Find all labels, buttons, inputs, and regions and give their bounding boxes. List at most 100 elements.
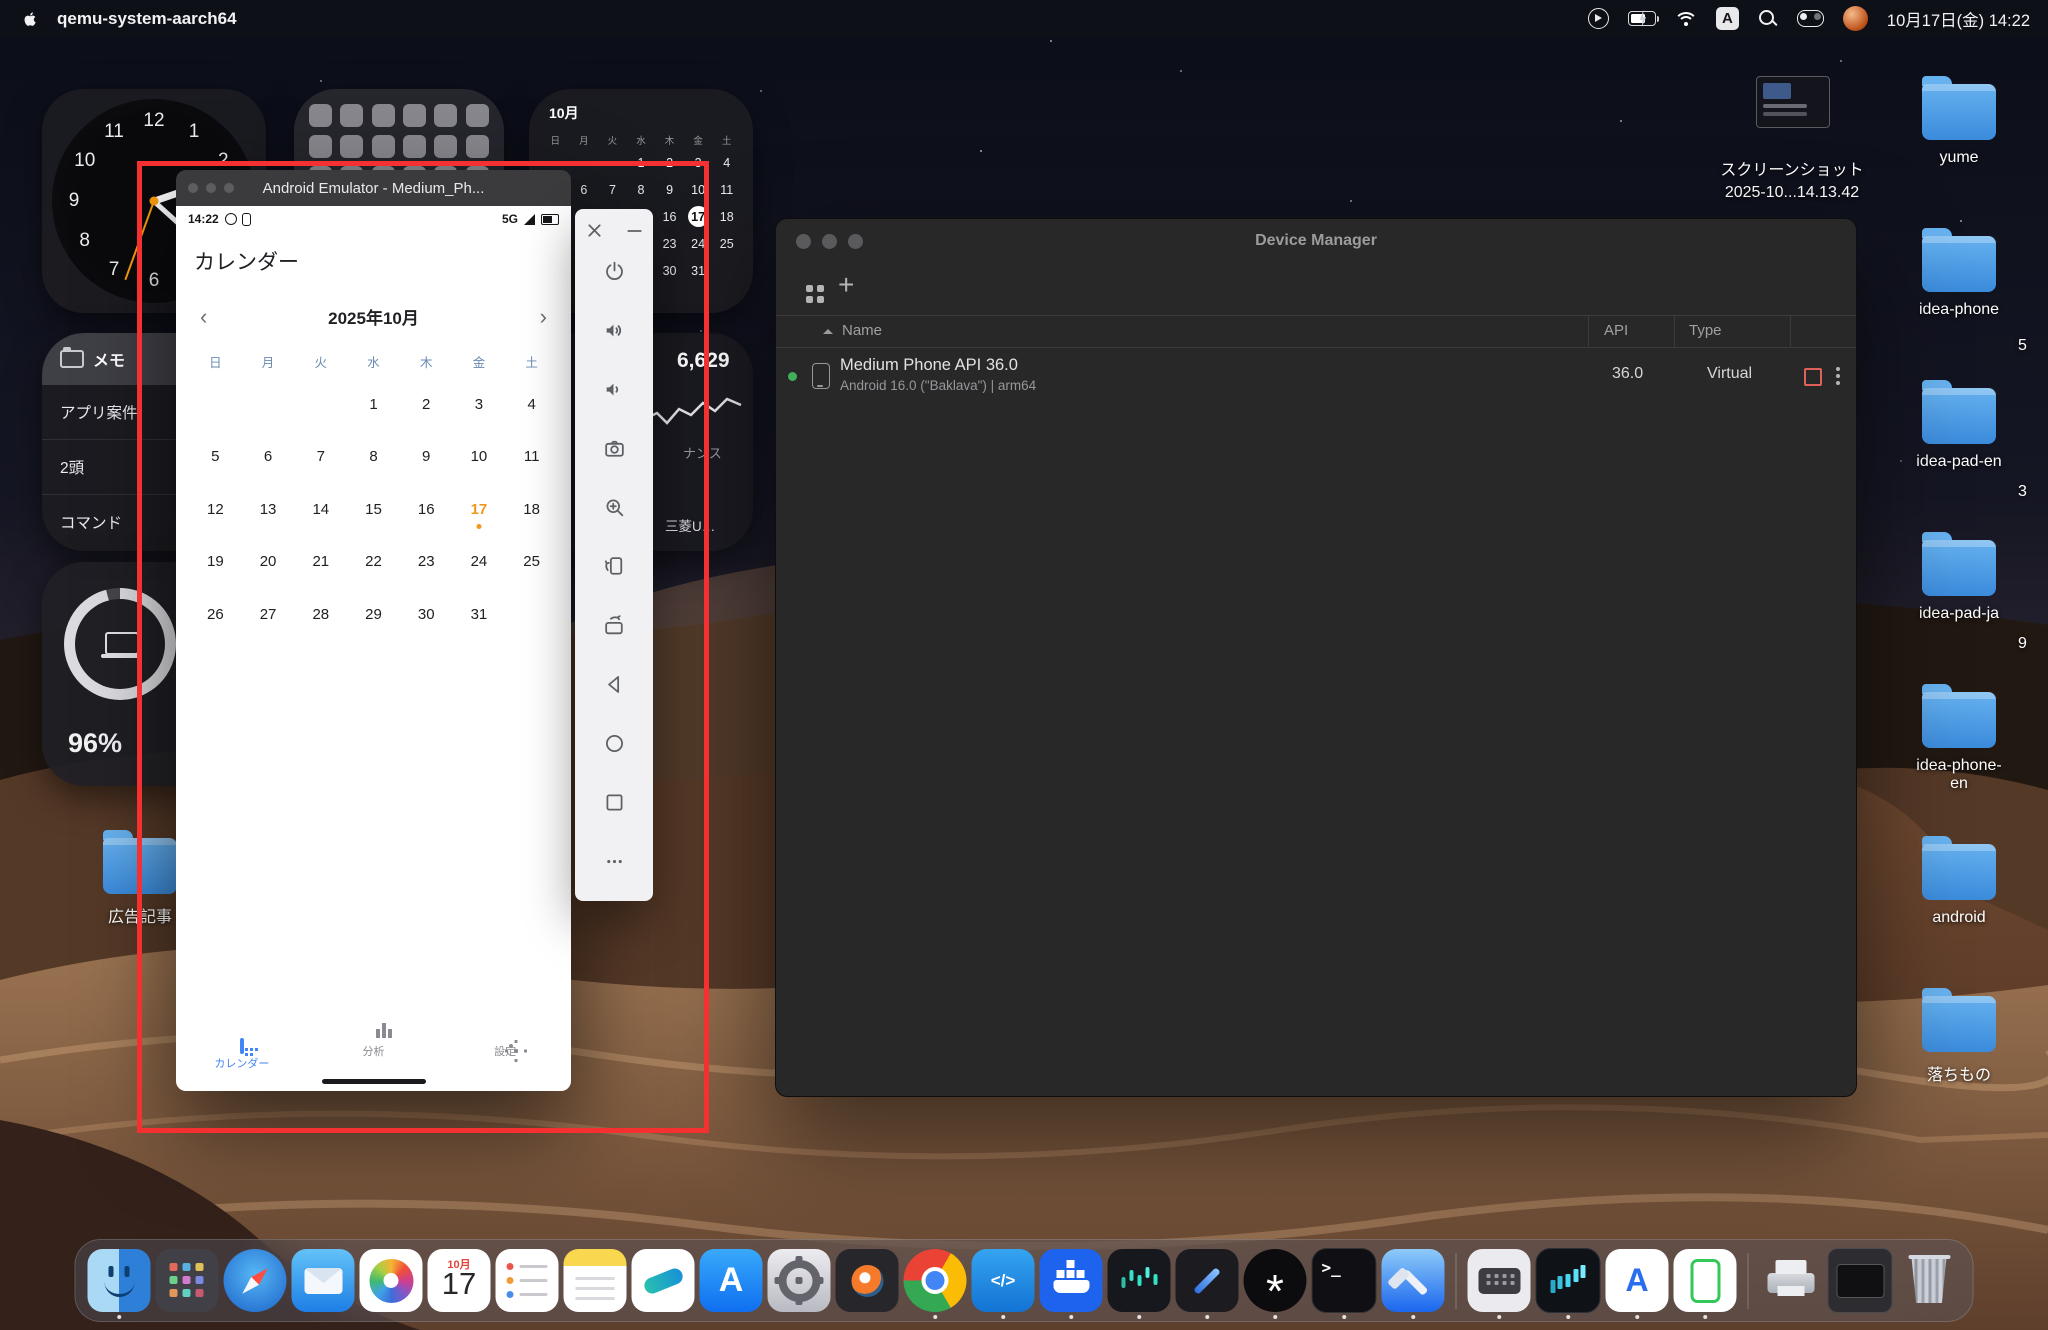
calendar-day[interactable]: 3 [453, 378, 506, 431]
tab-chart[interactable]: 分析 [308, 1040, 440, 1071]
control-center-icon[interactable] [1797, 10, 1824, 27]
emulator-camera-icon[interactable] [595, 429, 633, 467]
dock-docker-icon[interactable] [1040, 1249, 1103, 1312]
dock-drafting-icon[interactable]: A [1606, 1249, 1669, 1312]
emulator-rotate-portrait-icon[interactable] [595, 547, 633, 585]
emulator-more-icon[interactable] [595, 842, 633, 880]
next-month-button[interactable]: › [540, 306, 547, 328]
dock-terminal-icon[interactable]: >_ [1312, 1248, 1377, 1313]
dock-printer-icon[interactable] [1760, 1249, 1823, 1312]
column-header-name[interactable]: Name [842, 322, 882, 339]
dock-qemu-icon[interactable] [1828, 1248, 1893, 1313]
screen-record-icon[interactable] [1588, 8, 1609, 29]
emulator-rotate-landscape-icon[interactable] [595, 606, 633, 644]
emulator-close-icon[interactable] [578, 214, 610, 246]
device-manager-window[interactable]: Device Manager + Name API Type Medium Ph… [775, 218, 1857, 1097]
device-row[interactable]: Medium Phone API 36.0Android 16.0 ("Bakl… [776, 348, 1856, 410]
dock-xcode-icon[interactable] [1382, 1249, 1445, 1312]
calendar-day[interactable]: 10 [453, 431, 506, 484]
input-source-badge[interactable]: A [1716, 7, 1739, 30]
dock-mail-icon[interactable] [292, 1249, 355, 1312]
calendar-day[interactable]: 17 [453, 483, 506, 536]
calendar-day[interactable]: 6 [242, 431, 295, 484]
desktop-folder[interactable]: idea-pad-en [1909, 380, 2009, 471]
desktop-folder[interactable]: 広告記事 [90, 830, 190, 927]
desktop-folder[interactable]: yume [1909, 76, 2009, 167]
calendar-day[interactable]: 26 [189, 588, 242, 641]
emulator-volume-up-icon[interactable] [595, 311, 633, 349]
calendar-day[interactable]: 18 [505, 483, 558, 536]
calendar-day[interactable]: 8 [347, 431, 400, 484]
emulator-window[interactable]: Android Emulator - Medium_Ph... 14:22 5G… [176, 170, 571, 1091]
calendar-day[interactable]: 27 [242, 588, 295, 641]
calendar-day[interactable]: 21 [294, 536, 347, 589]
previous-month-button[interactable]: ‹ [200, 306, 207, 328]
calendar-day[interactable]: 16 [400, 483, 453, 536]
dock-chatgpt-icon[interactable]: * [1244, 1249, 1307, 1312]
device-grid-view-button[interactable] [806, 285, 825, 304]
dock-keyboard-icon[interactable] [1468, 1249, 1531, 1312]
column-header-api[interactable]: API [1604, 322, 1628, 339]
calendar-day[interactable]: 28 [294, 588, 347, 641]
dock-pen-icon[interactable] [1176, 1249, 1239, 1312]
calendar-day[interactable]: 4 [505, 378, 558, 431]
emulator-zoom-icon[interactable] [595, 488, 633, 526]
desktop-folder[interactable]: android [1909, 836, 2009, 927]
dock-calendar-icon[interactable]: 10月17 [428, 1249, 491, 1312]
dock-blender-icon[interactable] [836, 1249, 899, 1312]
dock-waveform-icon[interactable] [1108, 1249, 1171, 1312]
add-device-button[interactable]: + [838, 269, 854, 301]
calendar-day[interactable]: 9 [400, 431, 453, 484]
battery-icon[interactable] [1628, 11, 1656, 26]
calendar-day[interactable]: 29 [347, 588, 400, 641]
desktop-folder[interactable]: idea-phone [1909, 228, 2009, 319]
dock-trash-icon[interactable] [1898, 1249, 1961, 1312]
calendar-day[interactable]: 23 [400, 536, 453, 589]
device-table-header[interactable]: Name API Type [776, 315, 1856, 348]
dock-appstore-icon[interactable]: A [700, 1249, 763, 1312]
calendar-day[interactable]: 13 [242, 483, 295, 536]
stop-device-button[interactable] [1804, 368, 1822, 386]
home-indicator[interactable] [322, 1079, 426, 1084]
dock-notes-icon[interactable] [564, 1249, 627, 1312]
desktop-folder[interactable]: 落ちもの [1909, 988, 2009, 1085]
calendar-day[interactable]: 25 [505, 536, 558, 589]
dock-vscode-icon[interactable]: </> [972, 1249, 1035, 1312]
calendar-day[interactable]: 15 [347, 483, 400, 536]
apple-logo-icon[interactable] [22, 9, 39, 29]
spotlight-search-icon[interactable] [1758, 9, 1778, 29]
calendar-day[interactable]: 19 [189, 536, 242, 589]
calendar-day[interactable]: 2 [400, 378, 453, 431]
emulator-volume-down-icon[interactable] [595, 370, 633, 408]
desktop-folder[interactable]: idea-phone-en [1909, 684, 2009, 793]
calendar-day[interactable]: 14 [294, 483, 347, 536]
calendar-day[interactable]: 12 [189, 483, 242, 536]
emulator-toolbar[interactable] [575, 209, 653, 901]
dock-photos-icon[interactable] [360, 1249, 423, 1312]
window-controls[interactable] [188, 183, 234, 193]
tab-gear[interactable]: 設定 [439, 1040, 571, 1071]
emulator-back-icon[interactable] [595, 665, 633, 703]
calendar-day[interactable]: 20 [242, 536, 295, 589]
calendar-day[interactable]: 24 [453, 536, 506, 589]
device-menu-button[interactable] [1836, 367, 1840, 371]
emulator-home-icon[interactable] [595, 724, 633, 762]
column-header-type[interactable]: Type [1689, 322, 1722, 339]
active-app-name[interactable]: qemu-system-aarch64 [57, 9, 237, 29]
calendar-day[interactable]: 5 [189, 431, 242, 484]
dock-monitor-icon[interactable] [1536, 1248, 1601, 1313]
emulator-power-icon[interactable] [595, 252, 633, 290]
dock-freeform-icon[interactable] [632, 1249, 695, 1312]
calendar-day[interactable]: 1 [347, 378, 400, 431]
emulator-titlebar[interactable]: Android Emulator - Medium_Ph... [176, 170, 571, 206]
calendar-day[interactable]: 7 [294, 431, 347, 484]
desktop-folder[interactable]: idea-pad-ja [1909, 532, 2009, 623]
dock-safari-icon[interactable] [224, 1249, 287, 1312]
dock-chrome-icon[interactable] [904, 1249, 967, 1312]
menu-bar-clock[interactable]: 10月17日(金) 14:22 [1887, 7, 2030, 31]
dock[interactable]: 10月17 A </> *>_ A [75, 1239, 1974, 1322]
dock-reminders-icon[interactable] [496, 1249, 559, 1312]
dock-finder-icon[interactable] [88, 1249, 151, 1312]
emulator-screen[interactable]: 14:22 5G カレンダー ‹ 2025年10月 › 日月火水木金土 1234… [176, 206, 571, 1091]
calendar-day[interactable]: 30 [400, 588, 453, 641]
